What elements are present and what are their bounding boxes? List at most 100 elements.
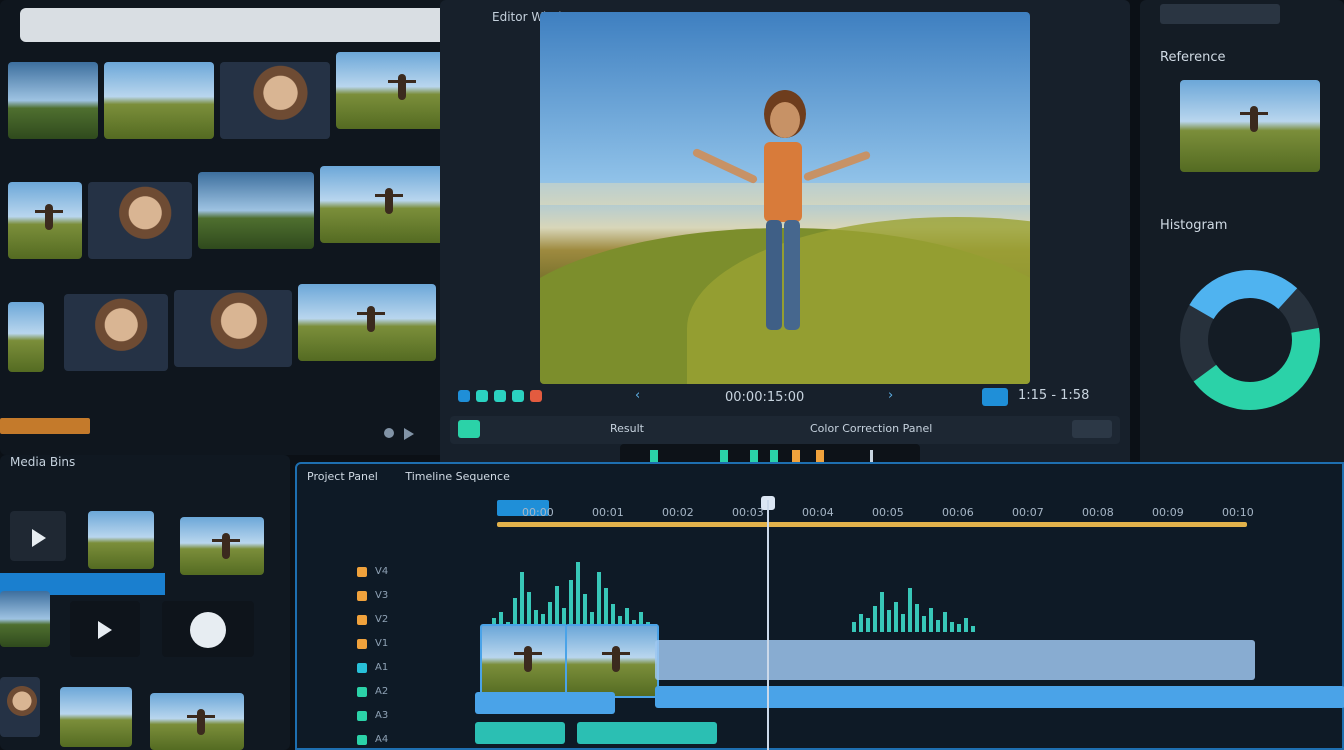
audio-clip[interactable]	[475, 692, 615, 714]
track-header[interactable]: V2	[337, 612, 487, 630]
waveform-bar	[922, 616, 926, 632]
ruler-tick-label: 00:01	[592, 506, 624, 519]
bin-clip[interactable]	[70, 601, 140, 657]
waveform-bar	[894, 602, 898, 632]
bin-clip[interactable]	[88, 511, 154, 569]
inspector-tab[interactable]	[1160, 4, 1280, 24]
preview-panel: Editor Window ‹ 00:00:15:00 › 1:15 - 1:5…	[440, 0, 1130, 480]
reference-thumbnail[interactable]	[1180, 80, 1320, 172]
step-back-icon[interactable]: ‹	[635, 388, 640, 403]
tool-icon[interactable]	[750, 450, 758, 462]
waveform-bar	[866, 618, 870, 632]
media-thumb[interactable]	[8, 302, 44, 402]
track-header[interactable]: V4	[337, 564, 487, 582]
video-clip[interactable]	[565, 624, 659, 698]
bin-clip[interactable]	[180, 517, 264, 575]
media-progress-bar	[0, 418, 90, 434]
record-icon[interactable]	[458, 390, 470, 402]
waveform-bar	[520, 572, 524, 632]
media-thumb[interactable]	[220, 62, 330, 172]
waveform-bar	[887, 610, 891, 632]
track-color-swatch	[357, 711, 367, 721]
work-area-bar[interactable]	[497, 522, 1247, 527]
color-donut-chart	[1170, 260, 1330, 420]
media-thumb[interactable]	[298, 284, 436, 394]
track-color-swatch	[357, 687, 367, 697]
marker-icon[interactable]	[476, 390, 488, 402]
inspector-panel: Reference Histogram	[1140, 0, 1344, 480]
step-forward-icon[interactable]: ›	[888, 388, 893, 403]
waveform-bar	[943, 612, 947, 632]
duration-readout: 1:15 - 1:58	[1018, 388, 1090, 403]
track-label: A2	[375, 686, 389, 697]
ruler-tick-label: 00:07	[1012, 506, 1044, 519]
waveform-bar	[859, 614, 863, 632]
bins-title: Media Bins	[10, 455, 76, 469]
toggle-button[interactable]	[458, 420, 480, 438]
reference-heading: Reference	[1160, 50, 1226, 65]
track-label: V1	[375, 638, 389, 649]
waveform-bar	[936, 620, 940, 632]
track-header[interactable]: A4	[337, 732, 487, 750]
project-panel-label: Project Panel	[307, 470, 378, 483]
tool-icon[interactable]	[650, 450, 658, 462]
stop-icon[interactable]	[530, 390, 542, 402]
track-label: V4	[375, 566, 389, 577]
tool-icon[interactable]	[720, 450, 728, 462]
media-thumb[interactable]	[64, 294, 168, 404]
bin-clip[interactable]	[150, 693, 244, 750]
track-label: V3	[375, 590, 389, 601]
bin-clip[interactable]	[60, 687, 132, 747]
waveform-bar	[908, 588, 912, 632]
pause-icon[interactable]	[384, 428, 394, 438]
hd-badge	[982, 388, 1008, 406]
bin-clip[interactable]	[10, 511, 66, 561]
media-thumb[interactable]	[320, 166, 450, 276]
track-color-swatch	[357, 567, 367, 577]
playhead[interactable]	[767, 500, 769, 750]
waveform-bar	[880, 592, 884, 632]
media-thumb[interactable]	[88, 182, 192, 292]
bin-clip[interactable]	[0, 591, 50, 647]
video-clip-track[interactable]	[655, 686, 1344, 708]
waveform-bar	[971, 626, 975, 632]
waveform-bar	[915, 604, 919, 632]
media-thumb[interactable]	[8, 62, 98, 172]
tool-icon[interactable]	[870, 450, 873, 462]
bin-clip[interactable]	[0, 677, 40, 737]
media-thumb[interactable]	[8, 182, 82, 292]
track-label: A4	[375, 734, 389, 745]
timecode-readout: 00:00:15:00	[725, 390, 805, 405]
bin-clip[interactable]	[162, 601, 254, 657]
audio-waveform	[492, 542, 662, 632]
track-color-swatch	[357, 615, 367, 625]
track-header[interactable]: V3	[337, 588, 487, 606]
ruler-tick-label: 00:08	[1082, 506, 1114, 519]
preview-video-frame[interactable]	[540, 12, 1030, 384]
ruler-tick-label: 00:02	[662, 506, 694, 519]
media-thumb[interactable]	[174, 290, 292, 400]
track-header[interactable]: A1	[337, 660, 487, 678]
media-search-bar[interactable]	[20, 8, 460, 42]
marker-icon[interactable]	[512, 390, 524, 402]
tool-icon[interactable]	[770, 450, 778, 462]
play-icon[interactable]	[404, 428, 414, 440]
audio-clip[interactable]	[475, 722, 565, 744]
track-header[interactable]: A3	[337, 708, 487, 726]
ruler-tick-label: 00:10	[1222, 506, 1254, 519]
track-header[interactable]: A2	[337, 684, 487, 702]
video-clip-track[interactable]	[655, 640, 1255, 680]
settings-button[interactable]	[1072, 420, 1112, 438]
waveform-bar	[852, 622, 856, 632]
audio-clip[interactable]	[577, 722, 717, 744]
tool-icon[interactable]	[816, 450, 824, 462]
video-clip[interactable]	[480, 624, 568, 698]
track-color-swatch	[357, 639, 367, 649]
play-icon	[98, 620, 112, 639]
media-thumb[interactable]	[198, 172, 314, 282]
tool-icon[interactable]	[792, 450, 800, 462]
track-color-swatch	[357, 663, 367, 673]
media-thumb[interactable]	[104, 62, 214, 172]
track-header[interactable]: V1	[337, 636, 487, 654]
marker-icon[interactable]	[494, 390, 506, 402]
